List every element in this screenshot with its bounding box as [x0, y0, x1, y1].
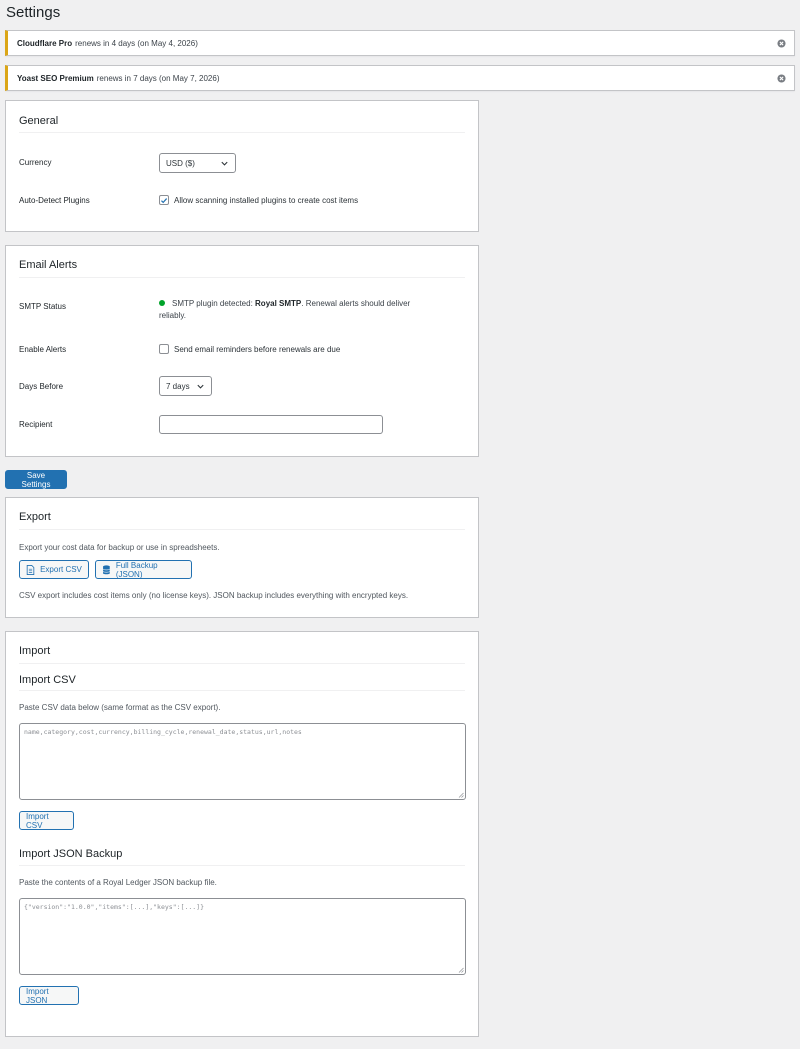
autodetect-text: Allow scanning installed plugins to crea… — [174, 195, 359, 205]
import-csv-description: Paste CSV data below (same format as the… — [19, 703, 221, 712]
notice-text: renews in 7 days (on May 7, 2026) — [96, 73, 220, 83]
export-csv-button[interactable]: Export CSV — [19, 560, 89, 579]
resize-grip-icon[interactable] — [458, 792, 464, 798]
autodetect-checkbox[interactable] — [159, 195, 169, 205]
recipient-label: Recipient — [19, 420, 53, 429]
import-csv-heading: Import CSV — [19, 674, 76, 686]
document-icon — [26, 564, 35, 575]
export-card: Export Export your cost data for backup … — [5, 497, 479, 618]
currency-label: Currency — [19, 158, 52, 167]
email-alerts-card: Email Alerts SMTP Status SMTP plugin det… — [5, 245, 479, 457]
dismiss-icon[interactable] — [776, 73, 786, 83]
save-settings-button[interactable]: Save Settings — [5, 470, 67, 489]
autodetect-label: Auto-Detect Plugins — [19, 196, 90, 205]
enable-alerts-checkbox[interactable] — [159, 344, 169, 354]
days-before-label: Days Before — [19, 382, 64, 391]
import-csv-placeholder: name,category,cost,currency,billing_cycl… — [24, 728, 302, 736]
general-heading: General — [19, 115, 59, 127]
database-icon — [102, 564, 111, 574]
recipient-input[interactable] — [159, 415, 383, 434]
renewal-notice-yoast: Yoast SEO Premium renews in 7 days (on M… — [5, 65, 795, 91]
enable-alerts-text: Send email reminders before renewals are… — [174, 344, 341, 354]
status-dot-icon — [159, 300, 165, 306]
smtp-status-message: SMTP plugin detected: Royal SMTP. Renewa… — [159, 299, 411, 320]
import-csv-textarea[interactable]: name,category,cost,currency,billing_cycl… — [19, 723, 466, 800]
export-note: CSV export includes cost items only (no … — [19, 591, 409, 600]
dismiss-icon[interactable] — [776, 38, 786, 48]
autodetect-option: Allow scanning installed plugins to crea… — [159, 195, 358, 205]
chevron-down-icon — [221, 161, 228, 166]
page-title: Settings — [6, 4, 61, 21]
notice-product: Cloudflare Pro — [17, 38, 73, 48]
currency-select[interactable]: USD ($) — [159, 153, 236, 173]
resize-grip-icon[interactable] — [458, 967, 464, 973]
full-backup-label: Full Backup (JSON) — [115, 560, 158, 579]
import-card: Import Import CSV Paste CSV data below (… — [5, 631, 479, 1037]
smtp-status-label: SMTP Status — [19, 302, 66, 311]
export-csv-label: Export CSV — [40, 565, 82, 574]
notice-text: renews in 4 days (on May 4, 2026) — [75, 38, 198, 48]
enable-alerts-label: Enable Alerts — [19, 345, 67, 354]
import-csv-button[interactable]: Import CSV — [19, 811, 74, 830]
smtp-plugin-name: Royal SMTP — [255, 299, 302, 308]
chevron-down-icon — [197, 384, 204, 389]
general-card: General Currency USD ($) Auto-Detect Plu… — [5, 100, 479, 232]
renewal-notice-cloudflare: Cloudflare Pro renews in 4 days (on May … — [5, 30, 795, 56]
import-json-description: Paste the contents of a Royal Ledger JSO… — [19, 878, 217, 887]
import-json-button[interactable]: Import JSON — [19, 986, 79, 1005]
import-json-textarea[interactable]: {"version":"1.0.0","items":[...],"keys":… — [19, 898, 466, 975]
enable-alerts-option: Send email reminders before renewals are… — [159, 344, 340, 354]
export-description: Export your cost data for backup or use … — [19, 543, 220, 552]
email-alerts-heading: Email Alerts — [19, 259, 78, 271]
import-json-placeholder: {"version":"1.0.0","items":[...],"keys":… — [24, 903, 205, 911]
import-heading: Import — [19, 645, 51, 657]
days-before-value: 7 days — [166, 381, 190, 391]
full-backup-button[interactable]: Full Backup (JSON) — [95, 560, 192, 579]
currency-value: USD ($) — [166, 158, 195, 168]
notice-product: Yoast SEO Premium — [17, 73, 94, 83]
checkmark-icon — [161, 197, 168, 203]
import-json-heading: Import JSON Backup — [19, 848, 123, 860]
days-before-select[interactable]: 7 days — [159, 376, 212, 396]
export-heading: Export — [19, 511, 51, 523]
